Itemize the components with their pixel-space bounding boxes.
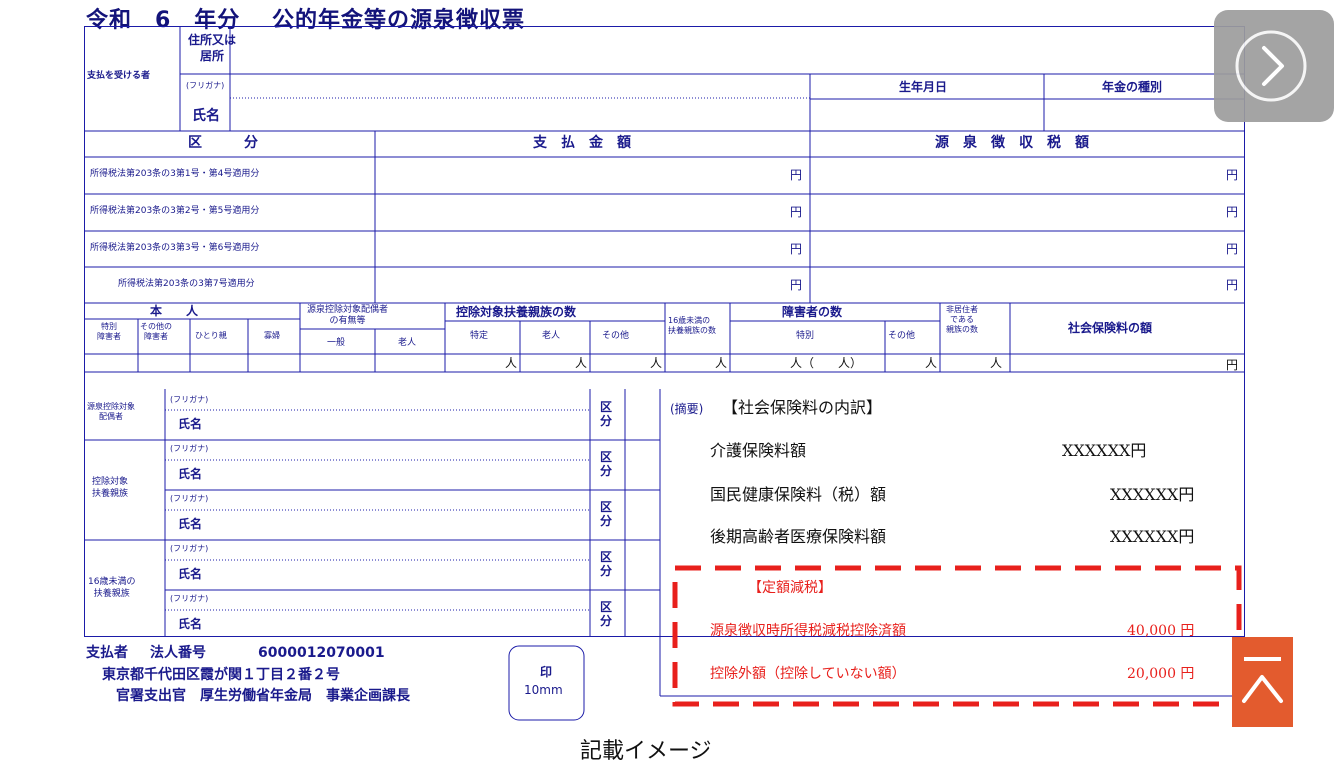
payment-header: 支 払 金 額 bbox=[533, 135, 631, 151]
single-parent-header: ひとり親 bbox=[195, 331, 227, 340]
remarks-heading: 【社会保険料の内訳】 bbox=[722, 398, 883, 417]
yen-unit: 円 bbox=[790, 242, 803, 256]
yen-unit: 円 bbox=[1226, 278, 1239, 292]
family-furigana: (フリガナ) bbox=[170, 494, 209, 503]
yen-unit: 円 bbox=[1226, 205, 1239, 219]
special-disabled-header: 特別 障害者 bbox=[97, 322, 121, 341]
family-category: 区 分 bbox=[600, 450, 613, 478]
back-to-top-button[interactable] bbox=[1232, 637, 1293, 727]
family-category: 区 分 bbox=[600, 550, 613, 578]
general-header: 一般 bbox=[327, 338, 346, 348]
person-unit: 人 bbox=[925, 356, 938, 370]
payer-address: 東京都千代田区霞が関１丁目２番２号 bbox=[102, 667, 340, 683]
fixed-tax-heading: 【定額減税】 bbox=[748, 580, 832, 596]
other2-header: その他 bbox=[888, 331, 916, 341]
under16-header: 16歳未満の 扶養親族の数 bbox=[668, 316, 716, 335]
recipient-section-label: 支払を受ける者 bbox=[87, 71, 151, 81]
spouse-label: 源泉控除対象 配偶者 bbox=[87, 402, 135, 421]
nonresident-header: 非居住者 である 親族の数 bbox=[946, 305, 978, 334]
elderly-header: 老人 bbox=[398, 338, 417, 348]
spouse-header: 源泉控除対象配偶者 の有無等 bbox=[307, 305, 389, 326]
arrow-up-icon bbox=[1242, 657, 1283, 703]
specific-header: 特定 bbox=[470, 331, 489, 341]
yen-unit: 円 bbox=[790, 278, 803, 292]
dependents-count-header: 控除対象扶養親族の数 bbox=[456, 305, 577, 319]
fixed-tax-item-value: 20,000 円 bbox=[1127, 666, 1195, 682]
withholding-header: 源 泉 徴 収 税 額 bbox=[935, 135, 1089, 151]
corp-number-label: 法人番号 bbox=[150, 645, 206, 661]
seal-size: 10mm bbox=[524, 683, 563, 697]
remarks-label: (摘要) bbox=[670, 402, 704, 416]
family-furigana: (フリガナ) bbox=[170, 544, 209, 553]
disabled-count-header: 障害者の数 bbox=[782, 305, 843, 319]
elderly2-header: 老人 bbox=[542, 331, 561, 341]
insurance-item-label: 介護保険料額 bbox=[710, 441, 807, 460]
fixed-tax-item-label: 控除外額（控除していない額） bbox=[710, 666, 906, 682]
chevron-right-icon bbox=[1235, 30, 1307, 102]
person-unit: 人 bbox=[715, 356, 728, 370]
corp-number: 6000012070001 bbox=[258, 645, 385, 661]
fixed-tax-item-value: 40,000 円 bbox=[1127, 623, 1195, 639]
amount-row-label: 所得税法第203条の3第1号・第4号適用分 bbox=[90, 169, 260, 179]
family-name: 氏名 bbox=[178, 567, 203, 581]
person-unit: 人 bbox=[575, 356, 588, 370]
under16-label: 16歳未満の 扶養親族 bbox=[88, 577, 136, 599]
yen-unit: 円 bbox=[790, 168, 803, 182]
yen-unit: 円 bbox=[1226, 358, 1239, 372]
family-category: 区 分 bbox=[600, 500, 613, 528]
yen-unit: 円 bbox=[790, 205, 803, 219]
family-name: 氏名 bbox=[178, 417, 203, 431]
next-slide-button[interactable] bbox=[1214, 10, 1334, 122]
person-unit: 人 bbox=[990, 356, 1003, 370]
birthdate-header: 生年月日 bbox=[899, 80, 948, 94]
family-name: 氏名 bbox=[178, 517, 203, 531]
person-header: 本 人 bbox=[150, 304, 199, 318]
yen-unit: 円 bbox=[1226, 168, 1239, 182]
widow-header: 寡婦 bbox=[264, 331, 280, 340]
person-unit: 人 bbox=[505, 356, 518, 370]
family-furigana: (フリガナ) bbox=[170, 594, 209, 603]
address-label: 住所又は 居所 bbox=[188, 33, 237, 63]
payer-name: 官署支出官 厚生労働省年金局 事業企画課長 bbox=[116, 688, 410, 704]
pension-type-header: 年金の種別 bbox=[1102, 80, 1163, 94]
amount-row-label: 所得税法第203条の3第3号・第6号適用分 bbox=[90, 243, 260, 253]
insurance-item-label: 国民健康保険料（税）額 bbox=[710, 485, 887, 504]
insurance-item-value: XXXXXX円 bbox=[1062, 441, 1147, 460]
seal-label: 印 bbox=[540, 665, 553, 679]
family-furigana: (フリガナ) bbox=[170, 395, 209, 404]
amount-row-label: 所得税法第203条の3第2号・第5号適用分 bbox=[90, 206, 260, 216]
family-furigana: (フリガナ) bbox=[170, 444, 209, 453]
insurance-item-label: 後期高齢者医療保険料額 bbox=[710, 527, 887, 546]
amount-row-label: 所得税法第203条の3第7号適用分 bbox=[118, 279, 255, 289]
special-header: 特別 bbox=[796, 331, 815, 341]
other-header: その他 bbox=[602, 331, 630, 341]
payer-label: 支払者 bbox=[86, 645, 128, 661]
other-disabled-header: その他の 障害者 bbox=[140, 322, 172, 341]
furigana-label: (フリガナ) bbox=[186, 81, 225, 90]
special-unit: 人（ 人） bbox=[790, 356, 863, 370]
social-insurance-header: 社会保険料の額 bbox=[1068, 321, 1153, 335]
insurance-item-value: XXXXXX円 bbox=[1110, 527, 1195, 546]
family-category: 区 分 bbox=[600, 600, 613, 628]
fixed-tax-item-label: 源泉徴収時所得税減税控除済額 bbox=[710, 623, 906, 639]
person-unit: 人 bbox=[650, 356, 663, 370]
yen-unit: 円 bbox=[1226, 242, 1239, 256]
family-category: 区 分 bbox=[600, 400, 613, 428]
family-name: 氏名 bbox=[178, 467, 203, 481]
image-caption: 記載イメージ bbox=[580, 739, 712, 764]
dependent-label: 控除対象 扶養親族 bbox=[92, 477, 129, 499]
insurance-item-value: XXXXXX円 bbox=[1110, 485, 1195, 504]
category-header: 区 分 bbox=[188, 135, 258, 151]
name-label: 氏名 bbox=[192, 108, 220, 124]
family-name: 氏名 bbox=[178, 617, 203, 631]
